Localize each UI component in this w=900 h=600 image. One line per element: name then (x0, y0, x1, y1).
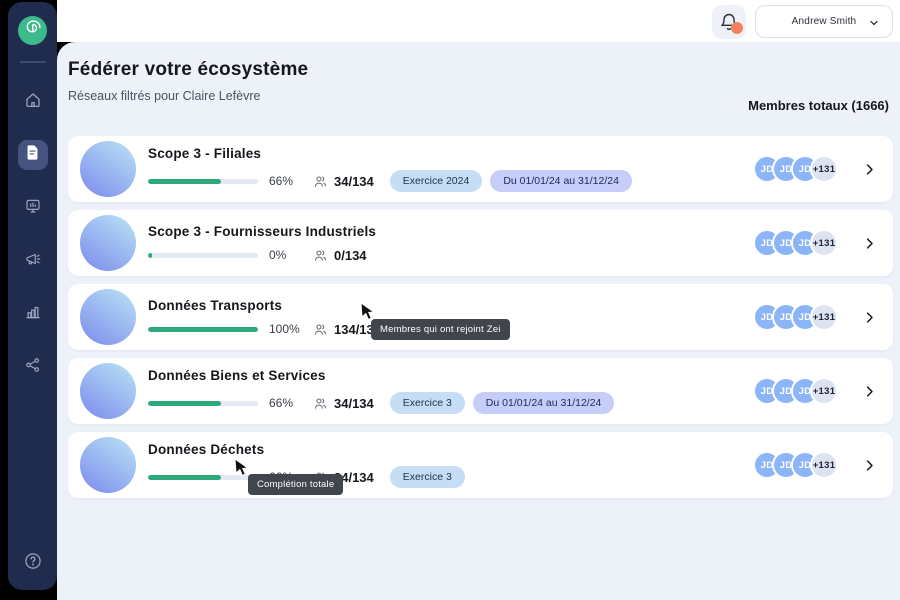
member-overflow-count: +131 (810, 303, 838, 331)
notifications-button[interactable] (712, 5, 746, 39)
network-avatar (80, 437, 136, 493)
progress-fill (148, 401, 221, 406)
user-menu[interactable]: Andrew Smith (755, 5, 893, 38)
network-title: Données Déchets (148, 442, 465, 457)
brand-logo[interactable] (18, 16, 47, 45)
badge-list: Exercice 3 Du 01/01/24 au 31/12/24 (390, 392, 615, 414)
progress-bar (148, 179, 258, 184)
badge: Exercice 2024 (390, 170, 483, 192)
sidebar-item-documents[interactable] (18, 140, 48, 170)
notification-badge-dot (731, 22, 743, 34)
mouse-cursor (233, 458, 252, 483)
chevron-right-icon[interactable] (862, 162, 877, 177)
badge: Du 01/01/24 au 31/12/24 (490, 170, 632, 192)
member-overflow-count: +131 (810, 451, 838, 479)
mouse-cursor (359, 302, 378, 327)
progress-percent: 100% (269, 322, 305, 336)
network-card[interactable]: Données Transports 100% 134/134 JDJDJD+1… (68, 284, 893, 350)
spiral-logo-icon (22, 17, 44, 44)
sidebar (8, 2, 57, 590)
question-circle-icon (23, 558, 43, 575)
network-avatar (80, 215, 136, 271)
megaphone-icon (24, 250, 42, 273)
members-count: 34/134 (334, 174, 374, 189)
member-avatar-stack: JDJDJD+131 (753, 377, 838, 405)
sidebar-item-home[interactable] (18, 87, 48, 117)
chevron-right-icon[interactable] (862, 384, 877, 399)
sidebar-item-dashboard[interactable] (18, 193, 48, 223)
network-card[interactable]: Scope 3 - Fournisseurs Industriels 0% 0/… (68, 210, 893, 276)
chevron-right-icon[interactable] (862, 310, 877, 325)
sidebar-item-network[interactable] (18, 352, 48, 382)
tooltip-members-joined: Membres qui ont rejoint Zei (371, 319, 510, 340)
network-card[interactable]: Scope 3 - Filiales 66% 34/134 Exercice 2… (68, 136, 893, 202)
user-name: Andrew Smith (792, 16, 857, 27)
topbar: Andrew Smith (57, 0, 900, 42)
document-icon (24, 144, 41, 166)
badge: Exercice 3 (390, 392, 465, 414)
member-avatar-stack: JDJDJD+131 (753, 229, 838, 257)
member-overflow-count: +131 (810, 229, 838, 257)
sidebar-item-campaigns[interactable] (18, 246, 48, 276)
members-group-icon (313, 248, 328, 263)
badge-list: Exercice 2024 Du 01/01/24 au 31/12/24 (390, 170, 632, 192)
help-button[interactable] (23, 551, 43, 576)
progress-fill (148, 475, 221, 480)
progress-bar (148, 253, 258, 258)
badge: Du 01/01/24 au 31/12/24 (473, 392, 615, 414)
members-total: Membres totaux (1666) (748, 98, 889, 113)
network-card-list: Scope 3 - Filiales 66% 34/134 Exercice 2… (68, 136, 893, 498)
network-avatar (80, 363, 136, 419)
members-group-icon (313, 174, 328, 189)
network-title: Scope 3 - Filiales (148, 146, 632, 161)
network-card[interactable]: Données Biens et Services 66% 34/134 Exe… (68, 358, 893, 424)
members-count: 34/134 (334, 396, 374, 411)
members-group-icon (313, 396, 328, 411)
network-title: Scope 3 - Fournisseurs Industriels (148, 224, 383, 239)
sidebar-item-stats[interactable] (18, 299, 48, 329)
members-group-icon (313, 322, 328, 337)
chevron-down-icon (868, 16, 880, 34)
progress-percent: 66% (269, 174, 305, 188)
sidebar-divider (20, 61, 46, 63)
network-title: Données Biens et Services (148, 368, 614, 383)
page-title: Fédérer votre écosystème (68, 59, 889, 81)
progress-bar (148, 327, 258, 332)
network-card[interactable]: Données Déchets 66% 34/134 Exercice 3 JD… (68, 432, 893, 498)
member-overflow-count: +131 (810, 377, 838, 405)
members-count: 0/134 (334, 248, 367, 263)
progress-fill (148, 253, 152, 258)
progress-fill (148, 327, 258, 332)
member-overflow-count: +131 (810, 155, 838, 183)
network-avatar (80, 289, 136, 345)
member-avatar-stack: JDJDJD+131 (753, 303, 838, 331)
network-avatar (80, 141, 136, 197)
member-avatar-stack: JDJDJD+131 (753, 451, 838, 479)
sidebar-nav (18, 87, 48, 382)
badge-list: Exercice 3 (390, 466, 465, 488)
chevron-right-icon[interactable] (862, 458, 877, 473)
badge: Exercice 3 (390, 466, 465, 488)
monitor-chart-icon (24, 197, 42, 220)
progress-percent: 66% (269, 396, 305, 410)
progress-fill (148, 179, 221, 184)
network-icon (24, 356, 42, 379)
home-icon (24, 91, 42, 114)
member-avatar-stack: JDJDJD+131 (753, 155, 838, 183)
progress-bar (148, 401, 258, 406)
bar-chart-icon (24, 303, 42, 326)
chevron-right-icon[interactable] (862, 236, 877, 251)
page-header: Fédérer votre écosystème Réseaux filtrés… (68, 59, 889, 117)
tooltip-completion: Complétion totale (248, 474, 343, 495)
progress-percent: 0% (269, 248, 305, 262)
